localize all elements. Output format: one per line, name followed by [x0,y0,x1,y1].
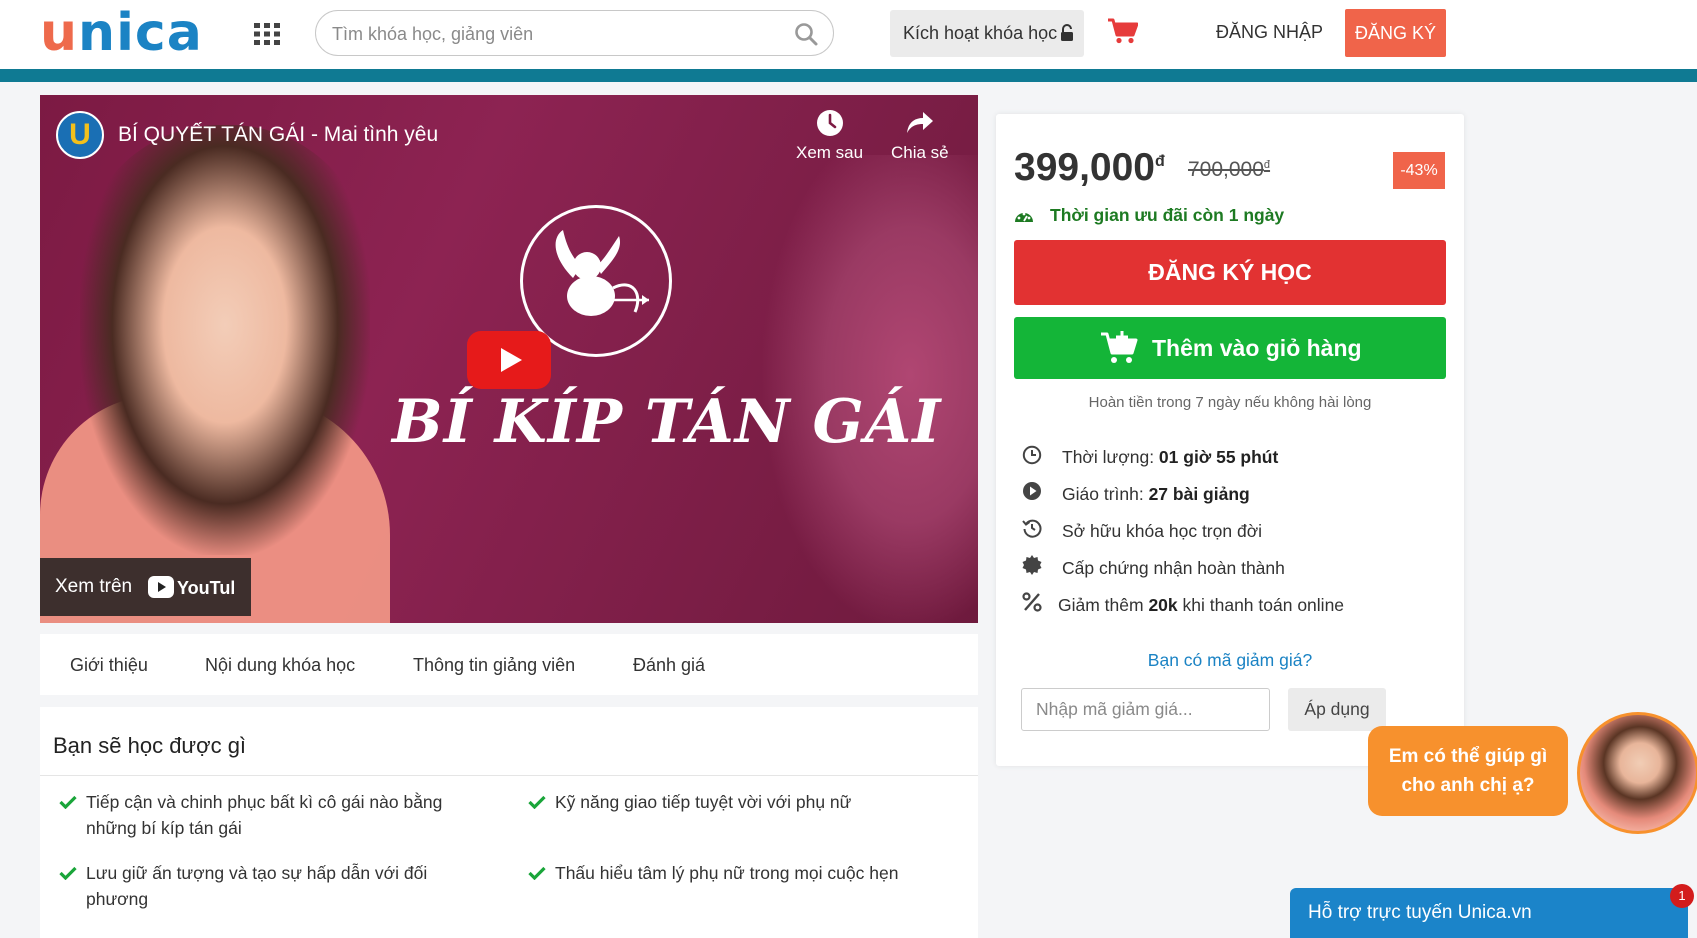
current-price-value: 399,000 [1014,146,1155,189]
cart-icon[interactable] [1108,18,1138,44]
history-icon [1022,519,1042,538]
current-price-currency: đ [1154,153,1165,170]
add-to-cart-label: Thêm vào giỏ hàng [1152,335,1362,361]
learning-outcomes-title: Bạn sẽ học được gì [53,733,247,758]
logo-letter-u: u [40,3,79,63]
speedometer-icon [1015,212,1033,222]
coupon-code-input[interactable] [1021,688,1270,731]
current-price: 399,000đ [1014,146,1165,190]
clock-icon [816,110,843,136]
discount-badge: -43% [1393,152,1445,189]
chat-prompt-line-2: cho anh chị ạ? [1401,775,1535,796]
youtube-wordmark: YouTube [177,578,234,598]
search-box [315,10,834,56]
percent-icon [1022,592,1042,612]
check-icon [528,866,546,880]
play-icon [501,348,522,372]
thumbnail-portrait [80,125,370,555]
unica-logo[interactable]: unica [40,7,203,59]
activate-course-button[interactable]: Kích hoạt khóa học [890,10,1084,57]
check-icon [59,866,77,880]
chat-prompt-line-1: Em có thể giúp gì [1388,746,1548,767]
feature-duration-label: Thời lượng: [1062,447,1159,467]
feature-certificate: Cấp chứng nhận hoàn thành [1062,558,1285,578]
logo-letter-n: n [78,3,117,63]
play-circle-icon [1023,482,1041,500]
feature-online-discount-prefix: Giảm thêm [1058,595,1149,615]
thumbnail-headline: BÍ KÍP TÁN GÁI [392,387,942,457]
feature-duration: Thời lượng: 01 giờ 55 phút [1062,447,1278,468]
refund-note: Hoàn tiền trong 7 ngày nếu không hài lòn… [1088,394,1372,411]
share-button[interactable]: Chia sẻ [891,109,949,163]
feature-lessons: Giáo trình: 27 bài giảng [1062,484,1250,505]
check-icon [59,795,77,809]
coupon-question-link[interactable]: Bạn có mã giảm giá? [996,650,1464,671]
add-to-cart-button[interactable]: Thêm vào giỏ hàng [1014,317,1446,379]
feature-duration-value: 01 giờ 55 phút [1158,447,1279,467]
tab-introduction[interactable]: Giới thiệu [70,655,148,676]
unlock-icon [1061,24,1073,41]
search-icon[interactable] [793,21,819,47]
support-agent-avatar[interactable] [1577,712,1697,834]
watch-on-label: Xem trên [55,576,133,597]
play-button[interactable] [467,331,551,389]
header-accent-bar [0,69,1697,82]
login-link[interactable]: ĐĂNG NHẬP [1216,22,1323,43]
share-icon [906,112,933,133]
feature-online-discount-value: 20k [1148,595,1178,615]
watch-later-button[interactable]: Xem sau [796,109,863,163]
learning-outcomes-section: Bạn sẽ học được gì Tiếp cận và chinh phụ… [40,707,978,938]
logo-letter-i: i [116,3,135,63]
learning-item: Thấu hiểu tâm lý phụ nữ trong mọi cuộc h… [555,863,899,883]
course-tabs: Giới thiệu Nội dung khóa học Thông tin g… [40,634,978,695]
tab-reviews[interactable]: Đánh giá [633,655,705,676]
chat-prompt-bubble[interactable]: Em có thể giúp gì cho anh chị ạ? [1368,726,1568,816]
section-divider [40,775,978,776]
feature-lifetime: Sở hữu khóa học trọn đời [1062,521,1263,541]
apply-coupon-button[interactable]: Áp dụng [1288,688,1386,731]
share-label: Chia sẻ [891,143,949,162]
tab-course-content[interactable]: Nội dung khóa học [205,655,355,676]
youtube-logo-icon: YouTube [148,576,234,598]
feature-lessons-label: Giáo trình: [1062,484,1149,504]
feature-lessons-value: 27 bài giảng [1148,484,1250,504]
learning-item: Tiếp cận và chinh phục bất kì cô gái nào… [86,792,443,838]
clock-icon [1022,445,1042,465]
learning-item: Lưu giữ ấn tượng và tạo sự hấp dẫn với đ… [86,863,428,909]
register-button[interactable]: ĐĂNG KÝ [1345,9,1446,57]
feature-online-discount: Giảm thêm 20k khi thanh toán online [1058,595,1344,616]
check-icon [528,795,546,809]
feature-online-discount-suffix: khi thanh toán online [1177,595,1345,615]
watch-on-youtube-button[interactable]: Xem trên YouTube [40,558,251,616]
apps-grid-icon[interactable] [254,23,280,45]
learning-item: Kỹ năng giao tiếp tuyệt vời với phụ nữ [555,792,852,812]
tab-instructor[interactable]: Thông tin giảng viên [413,655,575,676]
course-video-player[interactable]: U BÍ QUYẾT TÁN GÁI - Mai tình yêu Xem sa… [40,95,978,623]
original-price-currency: đ [1263,159,1271,171]
certificate-icon [1022,555,1042,575]
pricing-card: 399,000đ 700,000đ -43% Thời gian ưu đãi … [996,114,1464,766]
online-support-button[interactable]: Hỗ trợ trực tuyến Unica.vn [1290,888,1688,938]
enroll-button[interactable]: ĐĂNG KÝ HỌC [1014,240,1446,305]
logo-letters-ca: ca [134,3,203,63]
search-input[interactable] [332,21,772,47]
top-header: unica Kích hoạt khóa học ĐĂNG NHẬP ĐĂNG … [0,0,1697,69]
video-title[interactable]: BÍ QUYẾT TÁN GÁI - Mai tình yêu [118,123,438,147]
original-price: 700,000đ [1188,158,1270,182]
channel-avatar[interactable]: U [56,111,104,159]
original-price-value: 700,000 [1188,158,1264,181]
offer-deadline: Thời gian ưu đãi còn 1 ngày [1050,205,1285,225]
notification-badge: 1 [1670,884,1694,908]
activate-course-label: Kích hoạt khóa học [903,23,1058,43]
add-to-cart-icon [1101,331,1138,363]
watch-later-label: Xem sau [796,143,864,162]
